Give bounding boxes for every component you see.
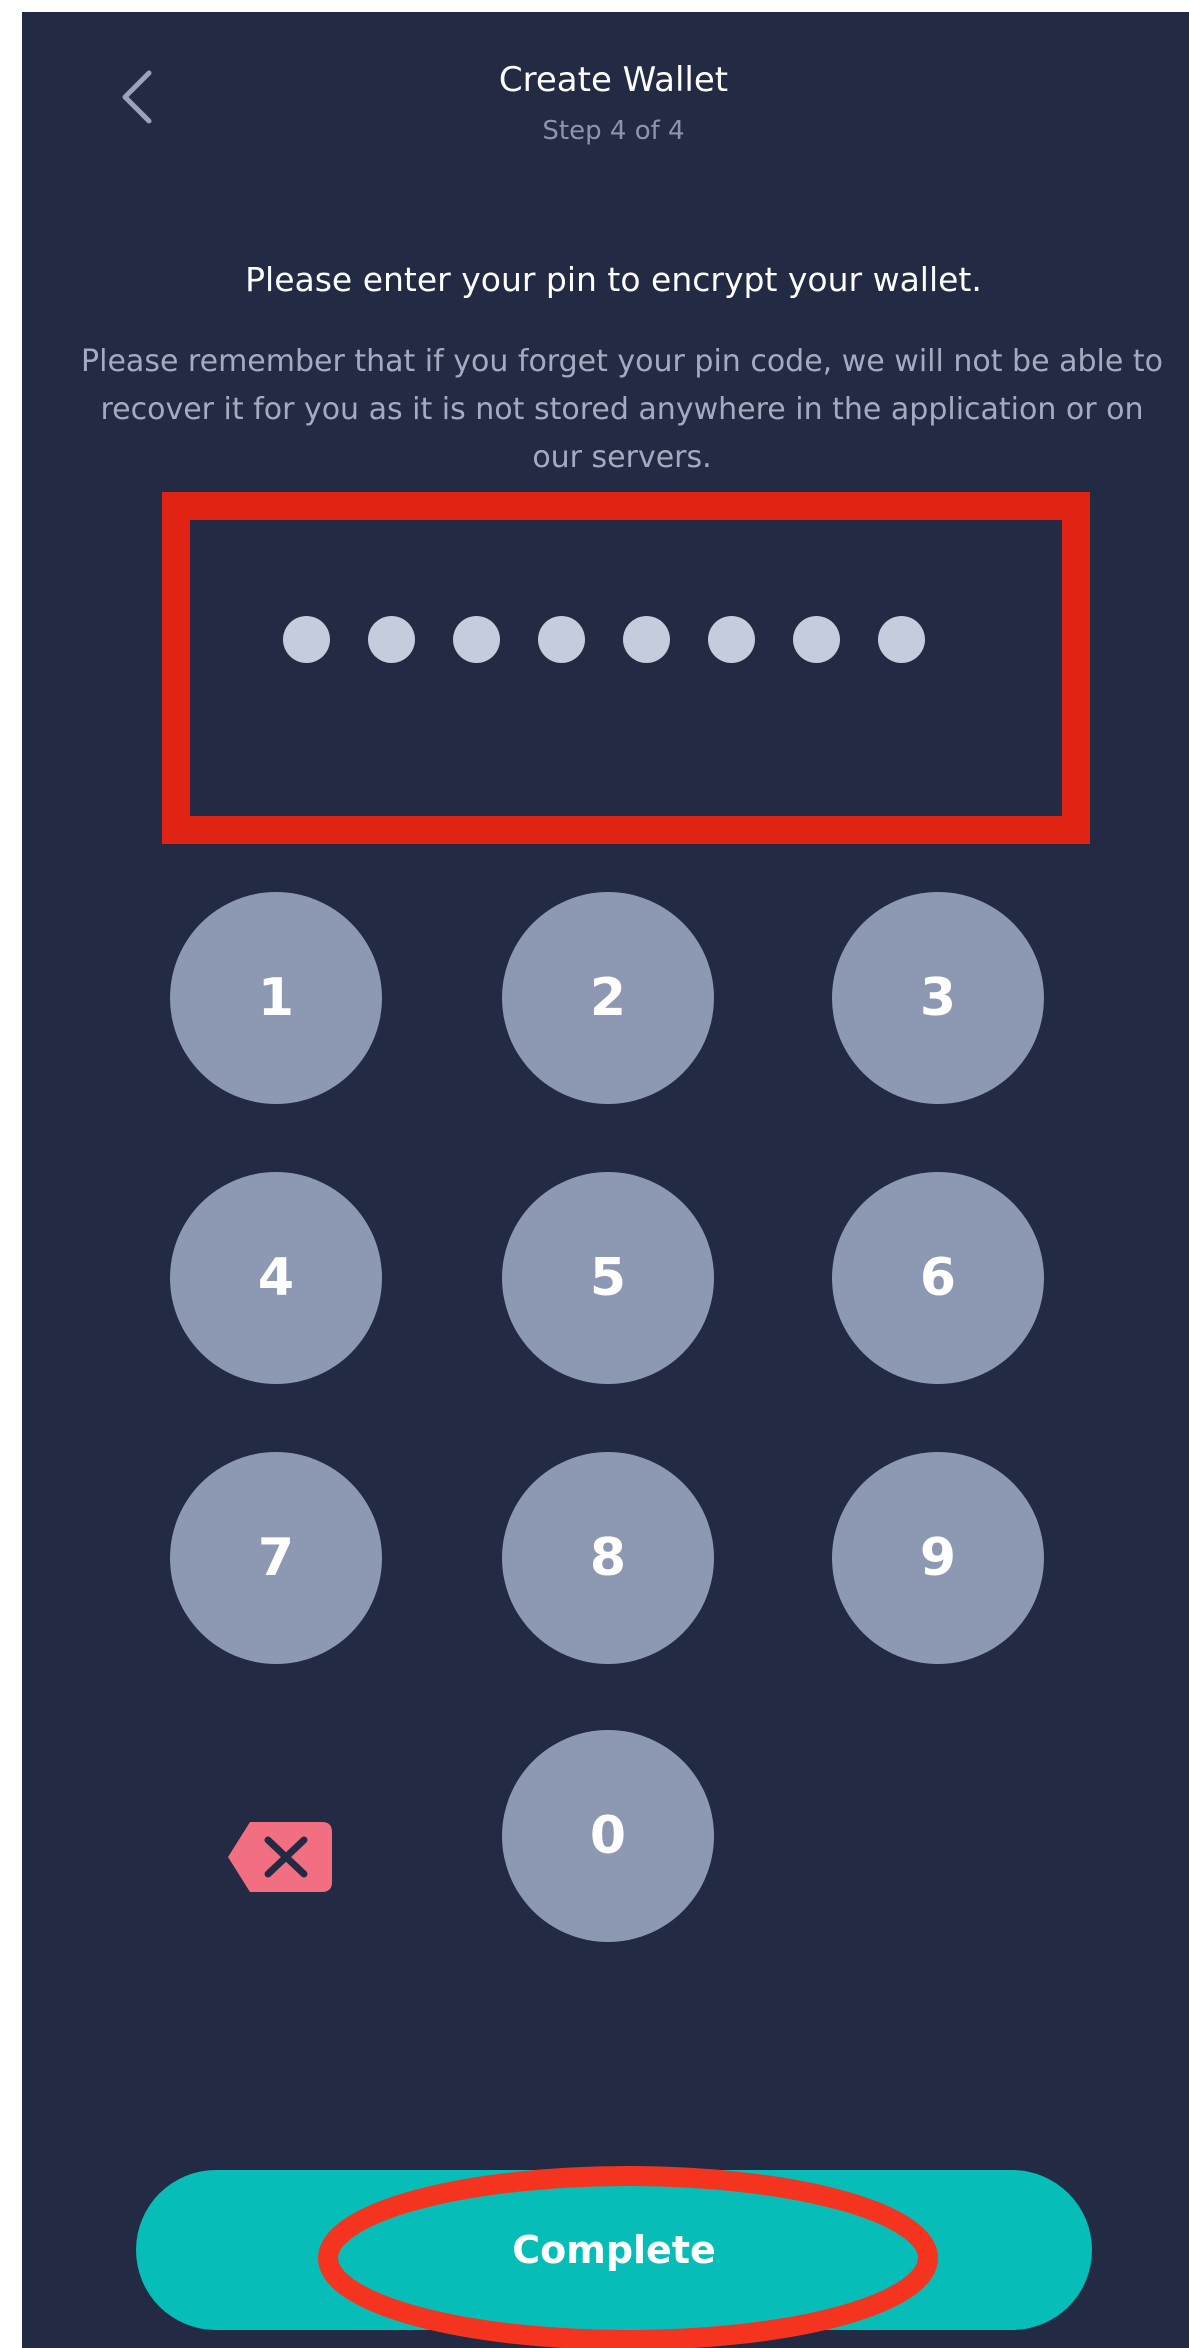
pin-dot bbox=[708, 615, 755, 663]
pin-dot bbox=[878, 615, 925, 663]
keypad-key-4[interactable]: 4 bbox=[170, 1172, 382, 1384]
page-title: Create Wallet bbox=[498, 60, 729, 100]
keypad-key-3[interactable]: 3 bbox=[832, 892, 1044, 1104]
step-indicator: Step 4 of 4 bbox=[542, 116, 685, 146]
keypad-key-0[interactable]: 0 bbox=[502, 1730, 714, 1942]
pin-dot bbox=[453, 615, 500, 663]
complete-button[interactable]: Complete bbox=[136, 2170, 1092, 2330]
pin-dot bbox=[793, 615, 840, 663]
pin-instruction: Please enter your pin to encrypt your wa… bbox=[245, 260, 982, 299]
keypad-key-5[interactable]: 5 bbox=[502, 1172, 714, 1384]
pin-dot bbox=[283, 615, 330, 663]
keypad-key-8[interactable]: 8 bbox=[502, 1452, 714, 1664]
keypad-key-6[interactable]: 6 bbox=[832, 1172, 1044, 1384]
keypad-key-2[interactable]: 2 bbox=[502, 892, 714, 1104]
keypad-key-9[interactable]: 9 bbox=[832, 1452, 1044, 1664]
create-wallet-screen: Create Wallet Step 4 of 4 Please enter y… bbox=[22, 12, 1189, 2348]
keypad-key-7[interactable]: 7 bbox=[170, 1452, 382, 1664]
pin-dot bbox=[623, 615, 670, 663]
keypad-key-1[interactable]: 1 bbox=[170, 892, 382, 1104]
pin-dot bbox=[368, 615, 415, 663]
pin-warning-note: Please remember that if you forget your … bbox=[81, 344, 1163, 475]
backspace-button[interactable] bbox=[222, 1812, 342, 1902]
backspace-icon bbox=[228, 1822, 332, 1892]
pin-dot bbox=[538, 615, 585, 663]
pin-display bbox=[162, 482, 1046, 796]
